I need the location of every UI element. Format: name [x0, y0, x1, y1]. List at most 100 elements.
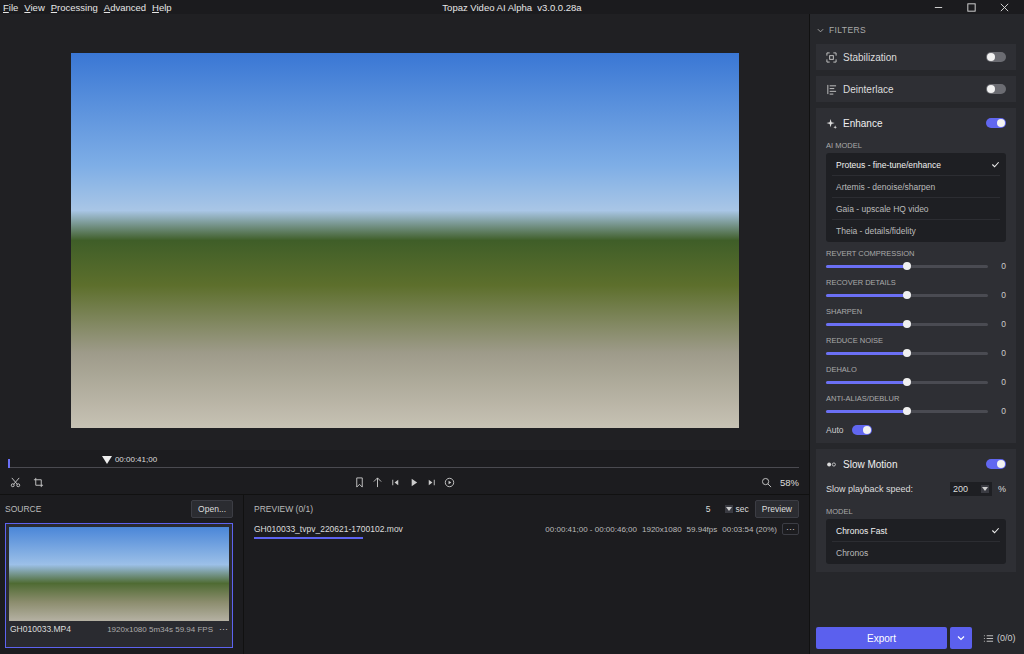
slow-motion-toggle[interactable] [986, 459, 1006, 469]
menu-item[interactable]: Processing [51, 2, 98, 13]
loop-play-icon[interactable] [444, 477, 455, 488]
slider-label: ANTI-ALIAS/DEBLUR [826, 394, 1006, 403]
playhead-icon[interactable] [102, 456, 112, 464]
model-list: Proteus - fine-tune/enhanceArtemis - den… [826, 153, 1006, 242]
model-option[interactable]: Chronos [832, 541, 1000, 563]
crop-icon[interactable] [33, 477, 44, 488]
dropdown-icon[interactable] [725, 505, 733, 513]
menu-item[interactable]: View [24, 2, 44, 13]
enhance-card: EnhanceAI MODELProteus - fine-tune/enhan… [816, 108, 1016, 443]
slider[interactable] [826, 265, 988, 268]
source-name: GH010033.MP4 [10, 624, 71, 634]
speed-field[interactable]: 200 [950, 482, 992, 496]
slider-value: 0 [998, 377, 1006, 387]
zoom-level[interactable]: 58% [780, 477, 799, 488]
unit-dropdown[interactable]: sec [725, 504, 749, 514]
export-dropdown[interactable] [950, 627, 972, 649]
preview-item[interactable]: GH010033_tvpv_220621-1700102.mov00:00:41… [254, 523, 799, 539]
stabilization-row: Stabilization [816, 44, 1016, 70]
export-button[interactable]: Export [816, 627, 947, 649]
slider-label: REVERT COMPRESSION [826, 249, 1006, 258]
open-button[interactable]: Open... [191, 500, 233, 518]
model-option[interactable]: Artemis - denoise/sharpen [832, 175, 1000, 197]
dropdown-icon[interactable] [981, 485, 989, 493]
preview-resolution: 1920x1080 [642, 525, 682, 534]
stabilization-icon [826, 52, 837, 63]
close-icon[interactable] [999, 2, 1010, 13]
menu-bar: File View Processing Advanced Help [0, 2, 442, 13]
ai-model-label: AI MODEL [826, 141, 1006, 150]
preview-fps: 59.94fps [687, 525, 718, 534]
window-title: Topaz Video AI Alpha v3.0.0.28a [442, 2, 581, 13]
video-thumbnail [9, 527, 229, 621]
menu-item[interactable]: File [3, 2, 18, 13]
slider-knob[interactable] [903, 262, 911, 270]
model-option[interactable]: Theia - details/fidelity [832, 219, 1000, 241]
scissors-icon[interactable] [10, 477, 21, 488]
slider-row: ANTI-ALIAS/DEBLUR 0 [826, 390, 1006, 416]
queue-list-icon[interactable] [983, 633, 994, 644]
bookmark-icon[interactable] [354, 477, 365, 488]
slider-knob[interactable] [903, 291, 911, 299]
timeline-track[interactable]: 00:00:41;00 [8, 467, 799, 468]
export-bar: Export (0/0) [816, 626, 1016, 650]
slow-motion-icon [826, 459, 837, 470]
chevron-down-icon[interactable] [956, 633, 966, 643]
slider[interactable] [826, 323, 988, 326]
slider-knob[interactable] [903, 407, 911, 415]
slider[interactable] [826, 381, 988, 384]
slider-value: 0 [998, 348, 1006, 358]
menu-item[interactable]: Advanced [104, 2, 146, 13]
slider-knob[interactable] [903, 378, 911, 386]
preview-time: 00:03:54 (20%) [722, 525, 777, 534]
slider-value: 0 [998, 406, 1006, 416]
step-back-icon[interactable] [390, 477, 401, 488]
slider-label: REDUCE NOISE [826, 336, 1006, 345]
slider-row: REDUCE NOISE 0 [826, 332, 1006, 358]
source-card[interactable]: GH010033.MP41920x1080 5m34s 59.94 FPS··· [5, 523, 233, 648]
preview-button[interactable]: Preview [755, 500, 799, 518]
playhead[interactable]: 00:00:41;00 [107, 455, 157, 464]
model-option[interactable]: Gaia - upscale HQ video [832, 197, 1000, 219]
video-frame [71, 53, 739, 428]
enhance-toggle[interactable] [986, 118, 1006, 128]
slider[interactable] [826, 410, 988, 413]
slider-value: 0 [998, 290, 1006, 300]
arrow-up-icon[interactable] [372, 477, 383, 488]
more-button[interactable]: ··· [219, 624, 228, 634]
slider-knob[interactable] [903, 349, 911, 357]
slider-row: RECOVER DETAILS0 [826, 274, 1006, 300]
model-label: MODEL [826, 507, 1006, 516]
chevron-down-icon[interactable] [816, 26, 825, 35]
duration-field[interactable]: 5 [698, 504, 719, 514]
slider[interactable] [826, 294, 988, 297]
minimize-icon[interactable] [933, 2, 944, 13]
play-icon[interactable] [408, 477, 419, 488]
speed-unit: % [998, 484, 1006, 494]
maximize-icon[interactable] [966, 2, 977, 13]
timeline[interactable]: 00:00:41;00 [0, 450, 809, 470]
preview-panel: PREVIEW (0/1)5secPreviewGH010033_tvpv_22… [244, 495, 809, 654]
model-option[interactable]: Proteus - fine-tune/enhance [832, 154, 1000, 175]
video-viewer [0, 14, 809, 450]
slider-value: 0 [998, 319, 1006, 329]
deinterlace-toggle[interactable] [986, 84, 1006, 94]
slider-row: DEHALO 0 [826, 361, 1006, 387]
check-icon [991, 526, 1000, 535]
auto-toggle[interactable] [852, 425, 872, 435]
queue-count[interactable]: (0/0) [997, 633, 1016, 643]
slider-knob[interactable] [903, 320, 911, 328]
filters-header[interactable]: FILTERS [816, 22, 1016, 38]
check-icon [991, 160, 1000, 169]
menu-item[interactable]: Help [152, 2, 172, 13]
model-option[interactable]: Chronos Fast [832, 520, 1000, 541]
step-forward-icon[interactable] [426, 477, 437, 488]
filters-panel: FILTERSStabilizationDeinterlaceEnhanceAI… [810, 14, 1024, 654]
slider-label: DEHALO [826, 365, 1006, 374]
model-list: Chronos FastChronos [826, 519, 1006, 564]
more-button[interactable]: ··· [782, 523, 799, 535]
slider[interactable] [826, 352, 988, 355]
stabilization-toggle[interactable] [986, 52, 1006, 62]
zoom-icon[interactable] [761, 477, 772, 488]
app-window: File View Processing Advanced Help Topaz Vide… [0, 0, 1024, 654]
